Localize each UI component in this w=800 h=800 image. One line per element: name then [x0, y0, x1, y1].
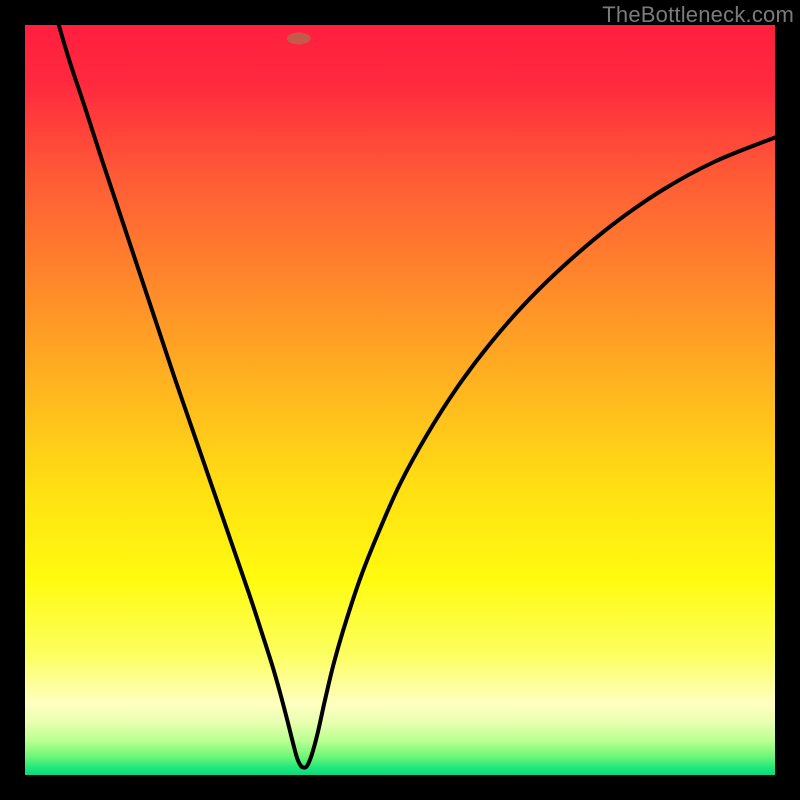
gradient-background [25, 25, 775, 775]
chart-frame: TheBottleneck.com [0, 0, 800, 800]
chart-svg [25, 25, 775, 775]
minimum-marker [287, 33, 311, 45]
watermark-text: TheBottleneck.com [602, 2, 794, 28]
plot-area [25, 25, 775, 775]
